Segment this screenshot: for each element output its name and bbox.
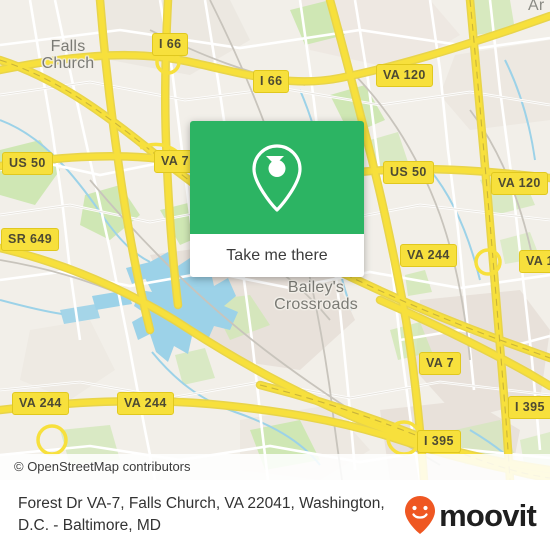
take-me-there-label: Take me there — [226, 246, 328, 264]
shield-va-244-right[interactable]: VA 244 — [400, 244, 457, 267]
map-pin-icon — [252, 143, 302, 212]
shield-va-7-bottom[interactable]: VA 7 — [419, 352, 461, 375]
take-me-there-button[interactable]: Take me there — [190, 234, 364, 277]
shield-va-120-top[interactable]: VA 120 — [376, 64, 433, 87]
moovit-wordmark: moovit — [439, 497, 537, 533]
shield-us-50-right[interactable]: US 50 — [383, 161, 434, 184]
footer-bar: Forest Dr VA-7, Falls Church, VA 22041, … — [0, 480, 550, 550]
moovit-pin-smiley-icon — [405, 496, 436, 534]
moovit-brand[interactable]: moovit — [404, 495, 537, 535]
shield-sr-649[interactable]: SR 649 — [1, 228, 60, 251]
shield-i-395-right[interactable]: I 395 — [508, 396, 550, 419]
map-screenshot: Falls Church Bailey's Crossroads Ar I 66 I… — [0, 0, 550, 550]
card-pin-area — [190, 121, 364, 234]
card-pointer-tail — [266, 156, 284, 165]
shield-i-66-mid[interactable]: I 66 — [253, 70, 290, 93]
shield-va-1-edge[interactable]: VA 1 — [519, 250, 550, 273]
address-text: Forest Dr VA-7, Falls Church, VA 22041, … — [18, 495, 385, 534]
take-me-there-card[interactable]: Take me there — [190, 121, 364, 277]
shield-us-50-left[interactable]: US 50 — [2, 152, 53, 175]
shield-va-244-far-left[interactable]: VA 244 — [12, 392, 69, 415]
shield-va-120-right[interactable]: VA 120 — [491, 172, 548, 195]
shield-i-395-bottom[interactable]: I 395 — [417, 430, 461, 453]
shield-va-244-left[interactable]: VA 244 — [117, 392, 174, 415]
osm-attribution[interactable]: © OpenStreetMap contributors — [0, 454, 550, 480]
shield-i-66-north[interactable]: I 66 — [152, 33, 189, 56]
